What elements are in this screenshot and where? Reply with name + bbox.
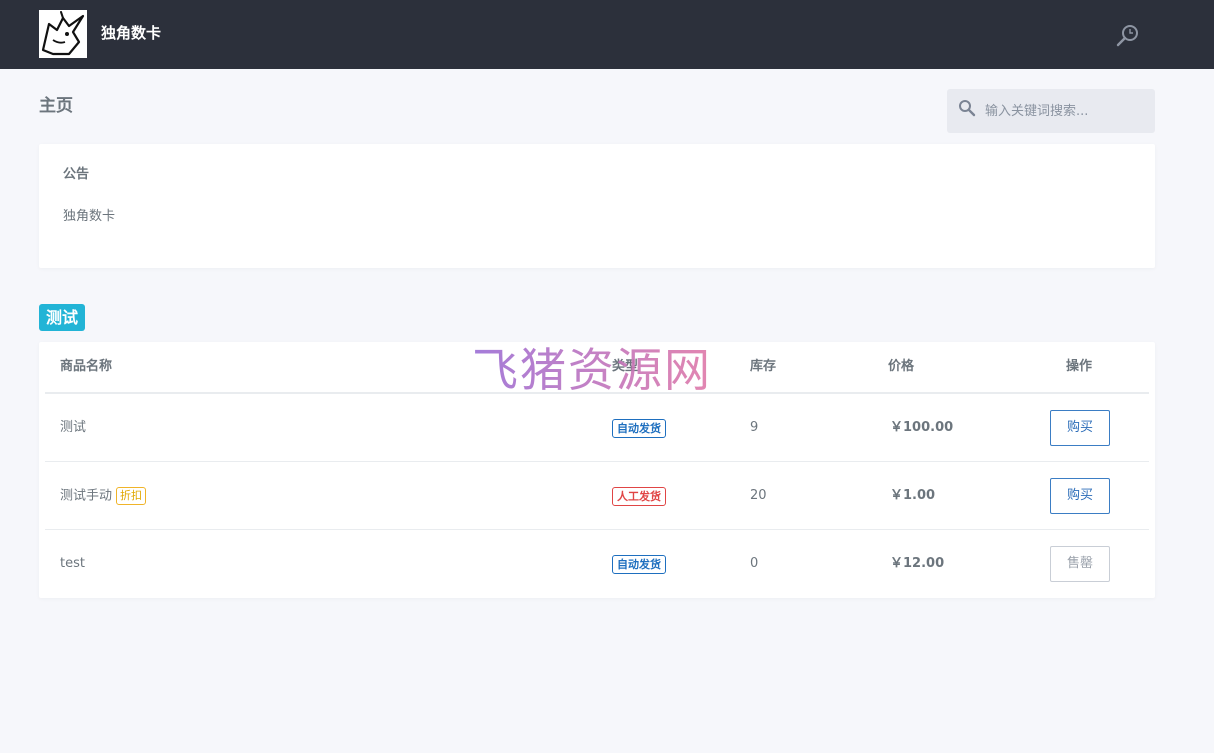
table-row: test 自动发货 0 ￥12.00 售罄 — [45, 530, 1149, 598]
delivery-type-tag: 自动发货 — [612, 419, 666, 438]
price-value: ￥12.00 — [890, 556, 945, 571]
product-name-text[interactable]: 测试手动 — [60, 489, 112, 504]
page-title: 主页 — [39, 96, 73, 116]
product-table: 商品名称 类型 库存 价格 操作 测试 自动发货 9 ￥100.00 购买 测试… — [39, 342, 1155, 598]
delivery-type-tag: 自动发货 — [612, 555, 666, 574]
notice-body: 独角数卡 — [63, 209, 116, 224]
notice-card: 公告 独角数卡 — [39, 144, 1155, 268]
product-name-text[interactable]: 测试 — [60, 420, 86, 435]
table-row: 测试 自动发货 9 ￥100.00 购买 — [45, 394, 1149, 462]
product-name-text[interactable]: test — [60, 556, 85, 571]
stock-value: 20 — [750, 488, 767, 503]
sold-out-button[interactable]: 售罄 — [1050, 546, 1110, 582]
stock-value: 9 — [750, 420, 759, 435]
search-input[interactable] — [985, 89, 1151, 133]
column-header-price: 价格 — [888, 359, 915, 374]
column-header-action: 操作 — [1066, 359, 1093, 374]
stock-value: 0 — [750, 556, 759, 571]
brand-name[interactable]: 独角数卡 — [101, 22, 161, 44]
price-value: ￥1.00 — [890, 488, 936, 503]
delivery-type-tag: 人工发货 — [612, 487, 666, 506]
table-row: 测试手动 折扣 人工发货 20 ￥1.00 购买 — [45, 462, 1149, 530]
table-header: 商品名称 类型 库存 价格 操作 — [45, 342, 1149, 394]
buy-button[interactable]: 购买 — [1050, 410, 1110, 446]
notice-title: 公告 — [63, 167, 90, 182]
unicorn-logo-icon[interactable] — [39, 10, 87, 58]
column-header-name: 商品名称 — [60, 359, 113, 374]
search-icon[interactable] — [1116, 23, 1140, 47]
product-search-box — [947, 89, 1155, 133]
top-navbar: 独角数卡 — [0, 0, 1214, 69]
discount-badge: 折扣 — [116, 487, 147, 505]
product-name[interactable]: test — [60, 555, 85, 573]
price-value: ￥100.00 — [890, 420, 954, 435]
product-name[interactable]: 测试手动 折扣 — [60, 487, 147, 506]
category-badge[interactable]: 测试 — [39, 304, 86, 331]
product-name[interactable]: 测试 — [60, 419, 86, 437]
buy-button[interactable]: 购买 — [1050, 478, 1110, 514]
column-header-type: 类型 — [612, 359, 639, 374]
column-header-stock: 库存 — [750, 359, 777, 374]
search-icon — [958, 99, 976, 117]
